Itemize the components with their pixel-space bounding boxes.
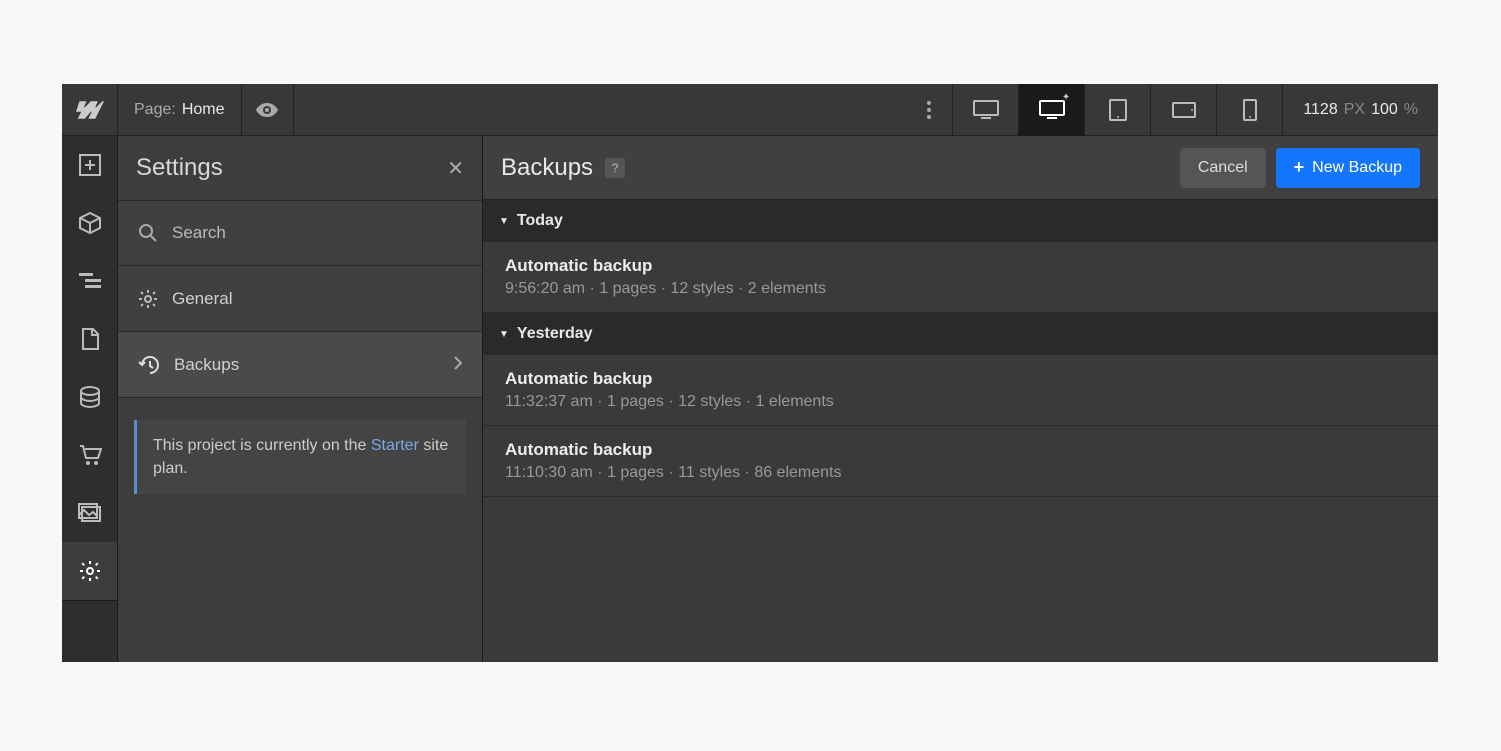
star-icon: ✦ — [1062, 92, 1070, 103]
canvas-width: 1128 — [1303, 101, 1337, 119]
page-label-text: Page: — [134, 101, 176, 119]
canvas-width-unit: PX — [1344, 101, 1365, 119]
backup-meta: 11:32:37 am · 1 pages · 12 styles · 1 el… — [505, 393, 1416, 411]
group-label: Yesterday — [517, 325, 593, 343]
breakpoint-mobile-landscape-icon[interactable] — [1151, 84, 1217, 136]
canvas-size-info: 1128 PX 100 % — [1283, 101, 1438, 119]
settings-title: Settings — [136, 154, 223, 182]
cancel-label: Cancel — [1198, 159, 1248, 177]
breakpoint-desktop-icon[interactable] — [953, 84, 1019, 136]
more-menu[interactable] — [905, 84, 953, 136]
rail-separator — [62, 600, 117, 658]
chevron-right-icon — [454, 355, 462, 375]
breakpoint-mobile-portrait-icon[interactable] — [1217, 84, 1283, 136]
settings-icon[interactable] — [62, 542, 117, 600]
settings-item-label: Backups — [174, 355, 239, 375]
new-backup-label: New Backup — [1312, 159, 1402, 177]
settings-panel: Settings ✕ Search General Backups Thi — [118, 136, 483, 662]
main-panel: Backups ? Cancel + New Backup ▼ Today Aut… — [483, 136, 1438, 662]
backup-row[interactable]: Automatic backup 11:10:30 am · 1 pages ·… — [483, 426, 1438, 497]
canvas-zoom: 100 — [1371, 101, 1398, 119]
chevron-down-icon: ▼ — [499, 216, 509, 227]
backup-row[interactable]: Automatic backup 9:56:20 am · 1 pages · … — [483, 242, 1438, 313]
search-icon — [138, 223, 158, 243]
notice-container: This project is currently on the Starter… — [118, 398, 482, 516]
settings-panel-header: Settings ✕ — [118, 136, 482, 200]
cancel-button[interactable]: Cancel — [1180, 148, 1266, 188]
backup-title: Automatic backup — [505, 440, 1416, 460]
pages-icon[interactable] — [62, 310, 117, 368]
settings-search[interactable]: Search — [118, 200, 482, 266]
assets-icon[interactable] — [62, 484, 117, 542]
group-label: Today — [517, 212, 563, 230]
backup-group-header[interactable]: ▼ Today — [483, 200, 1438, 242]
restore-icon — [138, 355, 160, 375]
backup-meta: 11:10:30 am · 1 pages · 11 styles · 86 e… — [505, 464, 1416, 482]
breakpoint-desktop-large-icon[interactable]: ✦ — [1019, 84, 1085, 136]
notice-text-pre: This project is currently on the — [153, 437, 371, 454]
backup-title: Automatic backup — [505, 256, 1416, 276]
backup-meta: 9:56:20 am · 1 pages · 12 styles · 2 ele… — [505, 280, 1416, 298]
new-backup-button[interactable]: + New Backup — [1276, 148, 1420, 188]
navigator-icon[interactable] — [62, 252, 117, 310]
canvas-zoom-unit: % — [1404, 101, 1418, 119]
app-window: Page: Home ✦ — [62, 84, 1438, 662]
close-icon[interactable]: ✕ — [447, 156, 464, 181]
backup-title: Automatic backup — [505, 369, 1416, 389]
notice-plan-link[interactable]: Starter — [371, 437, 419, 454]
page-selector[interactable]: Page: Home — [118, 84, 242, 136]
page-name: Home — [182, 101, 225, 119]
breakpoint-tablet-icon[interactable] — [1085, 84, 1151, 136]
plus-icon: + — [1294, 157, 1305, 178]
backup-row[interactable]: Automatic backup 11:32:37 am · 1 pages ·… — [483, 355, 1438, 426]
help-icon[interactable]: ? — [605, 158, 625, 178]
chevron-down-icon: ▼ — [499, 329, 509, 340]
left-rail — [62, 136, 118, 662]
page-title: Backups — [501, 154, 593, 182]
search-placeholder: Search — [172, 223, 226, 243]
webflow-logo[interactable] — [62, 84, 118, 136]
plan-notice: This project is currently on the Starter… — [134, 420, 466, 494]
gear-icon — [138, 289, 158, 309]
backup-group-header[interactable]: ▼ Yesterday — [483, 313, 1438, 355]
ecommerce-icon[interactable] — [62, 426, 117, 484]
top-bar: Page: Home ✦ — [62, 84, 1438, 136]
app-body: Settings ✕ Search General Backups Thi — [62, 136, 1438, 662]
components-icon[interactable] — [62, 194, 117, 252]
settings-item-general[interactable]: General — [118, 266, 482, 332]
add-element-icon[interactable] — [62, 136, 117, 194]
settings-item-label: General — [172, 289, 232, 309]
settings-item-backups[interactable]: Backups — [118, 332, 482, 398]
preview-button[interactable] — [242, 84, 294, 136]
breakpoint-group: ✦ — [953, 84, 1283, 136]
main-header: Backups ? Cancel + New Backup — [483, 136, 1438, 200]
cms-icon[interactable] — [62, 368, 117, 426]
